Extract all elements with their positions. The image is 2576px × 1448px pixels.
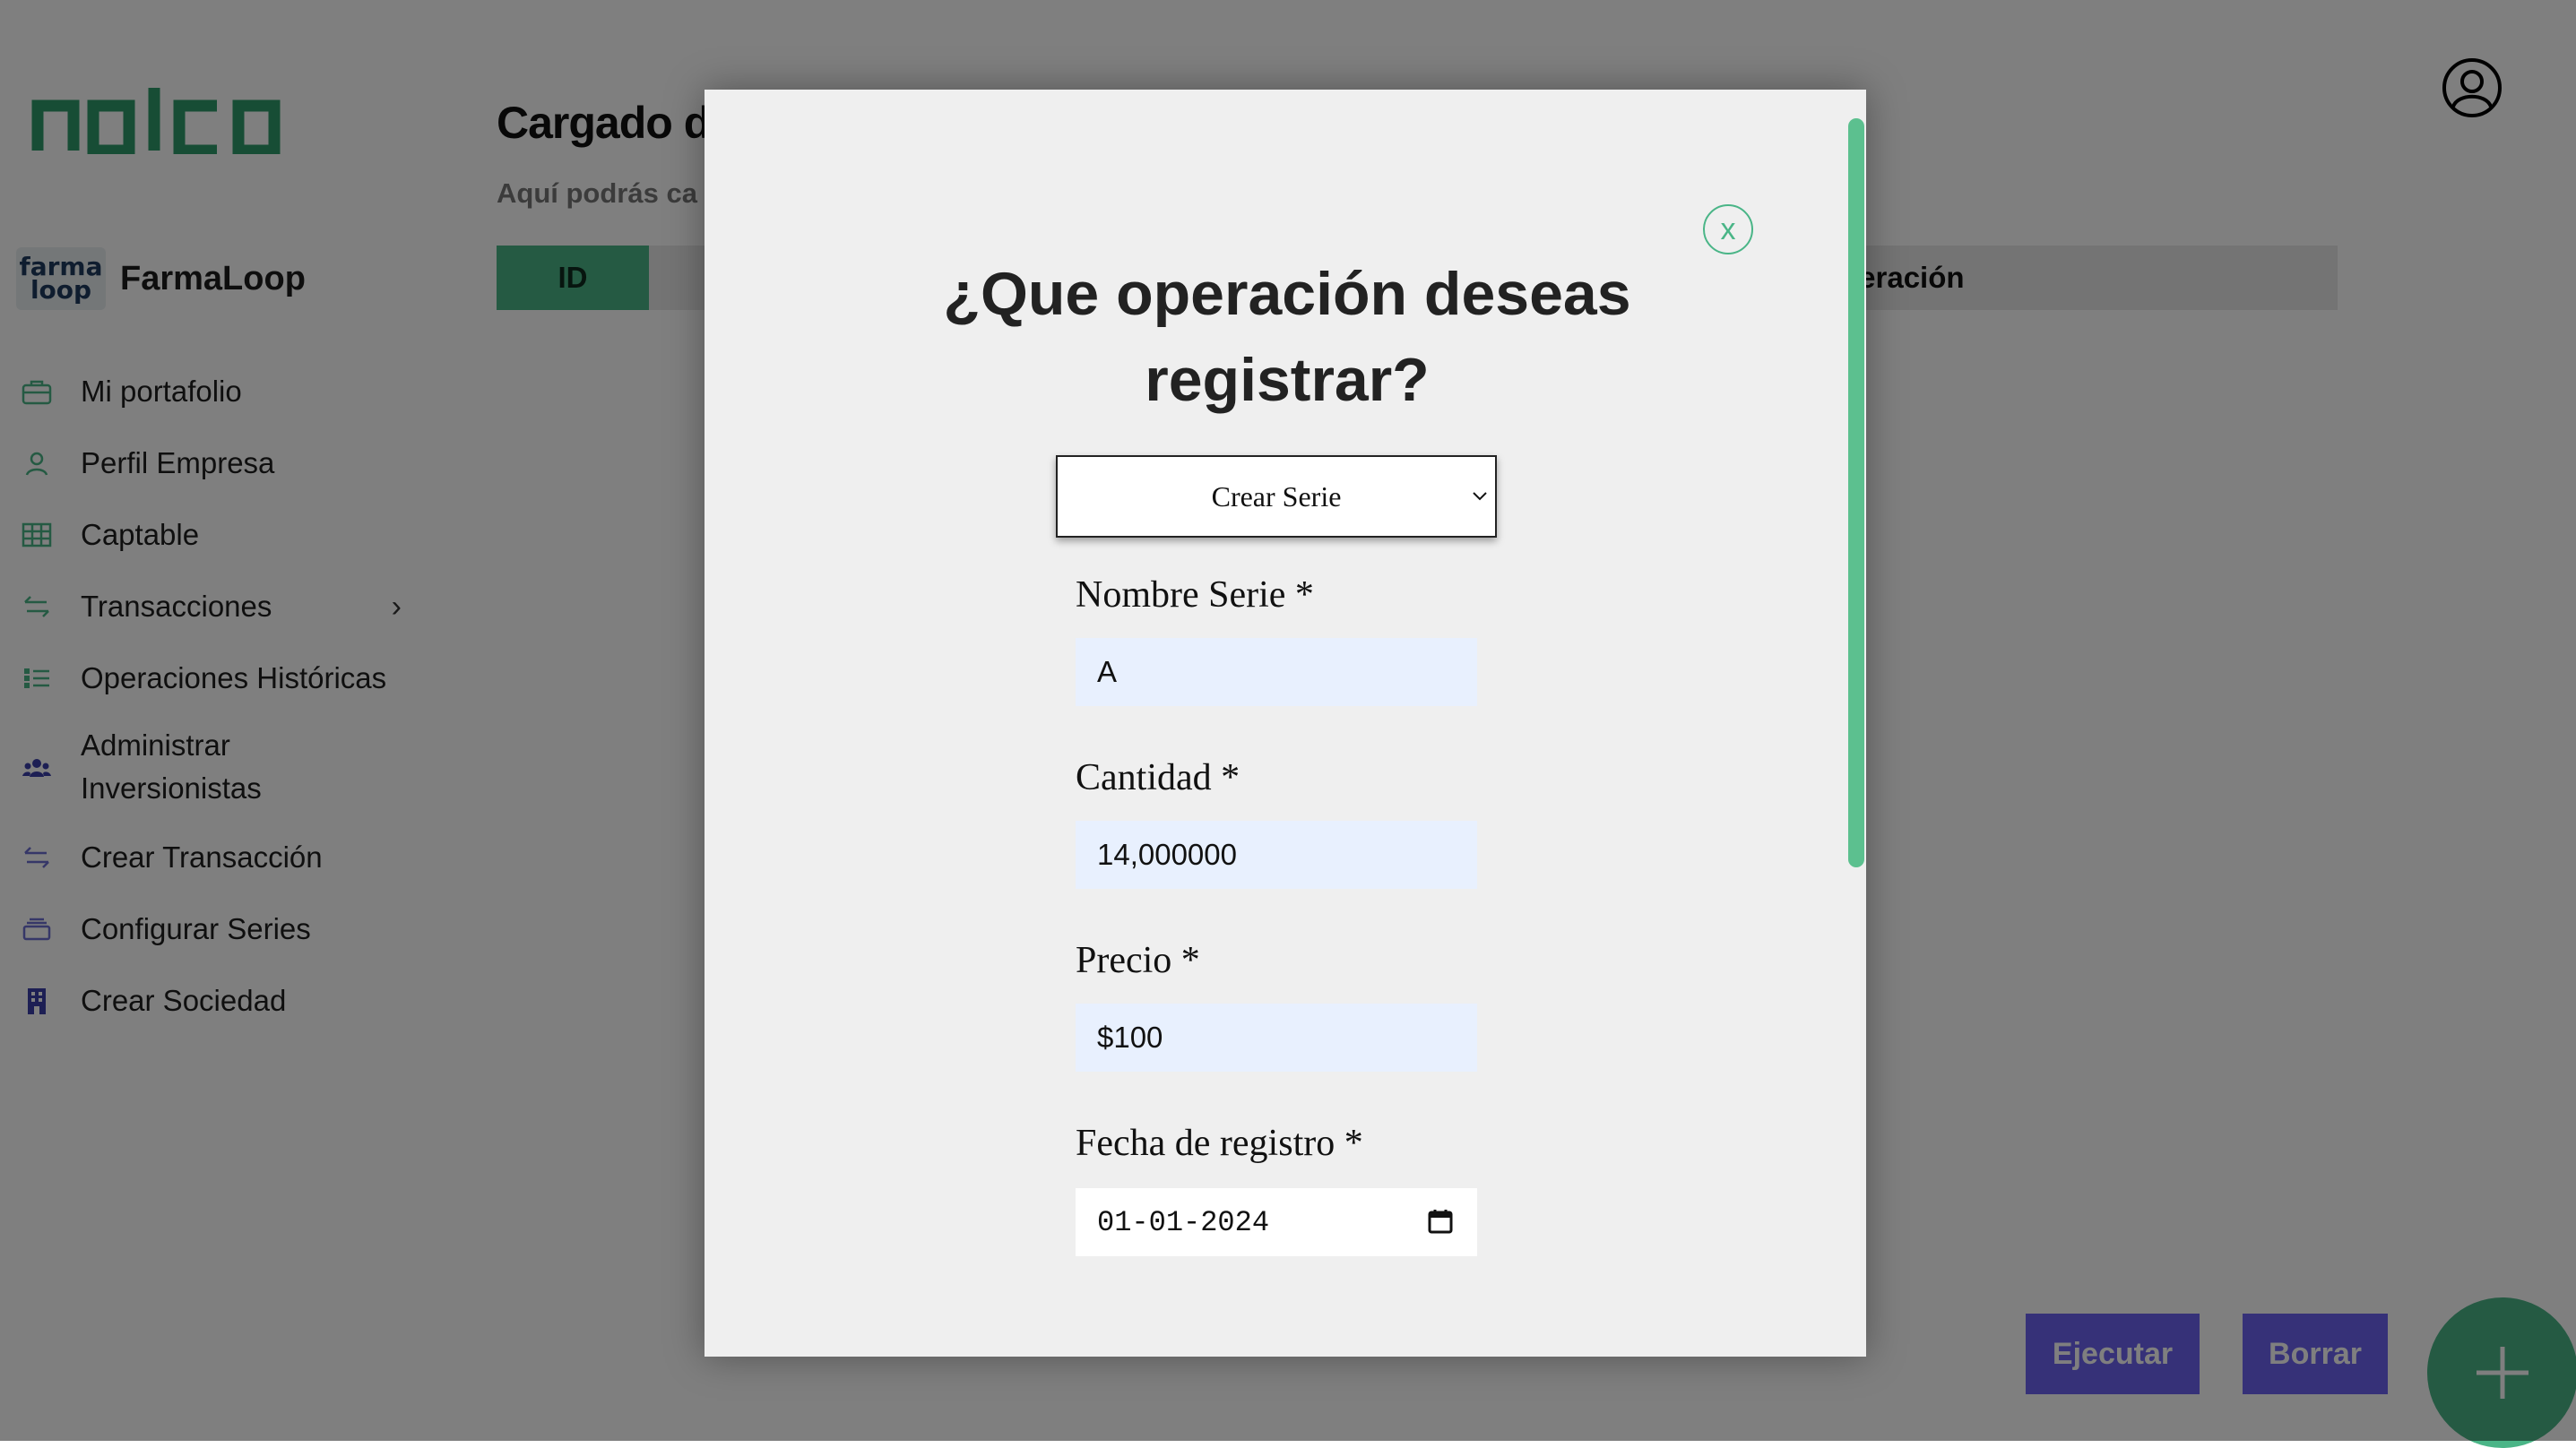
registration-date-label: Fecha de registro * bbox=[1076, 1123, 1363, 1164]
modal-title: ¿Que operación deseas registrar? bbox=[839, 251, 1735, 423]
calendar-icon[interactable] bbox=[1427, 1208, 1454, 1235]
operation-select-value: Crear Serie bbox=[1211, 479, 1342, 513]
modal-scrollbar-thumb[interactable] bbox=[1848, 118, 1864, 867]
chevron-down-icon bbox=[1472, 484, 1488, 507]
operation-select[interactable]: Crear Serie bbox=[1056, 455, 1497, 538]
modal-title-line-1: ¿Que operación deseas bbox=[943, 260, 1631, 328]
registration-date-value: 01-01-2024 bbox=[1097, 1205, 1270, 1239]
quantity-input[interactable]: 14,000000 bbox=[1076, 821, 1477, 889]
quantity-label: Cantidad * bbox=[1076, 757, 1240, 798]
operation-modal: x ¿Que operación deseas registrar? Crear… bbox=[705, 90, 1866, 1357]
registration-date-input[interactable]: 01-01-2024 bbox=[1076, 1188, 1477, 1256]
modal-scrollbar[interactable] bbox=[1848, 116, 1864, 1348]
price-input[interactable]: $100 bbox=[1076, 1004, 1477, 1072]
modal-title-line-2: registrar? bbox=[1145, 346, 1430, 414]
series-name-input[interactable]: A bbox=[1076, 638, 1477, 706]
series-name-label: Nombre Serie * bbox=[1076, 574, 1314, 616]
price-label: Precio * bbox=[1076, 940, 1200, 981]
close-button[interactable]: x bbox=[1703, 204, 1753, 254]
